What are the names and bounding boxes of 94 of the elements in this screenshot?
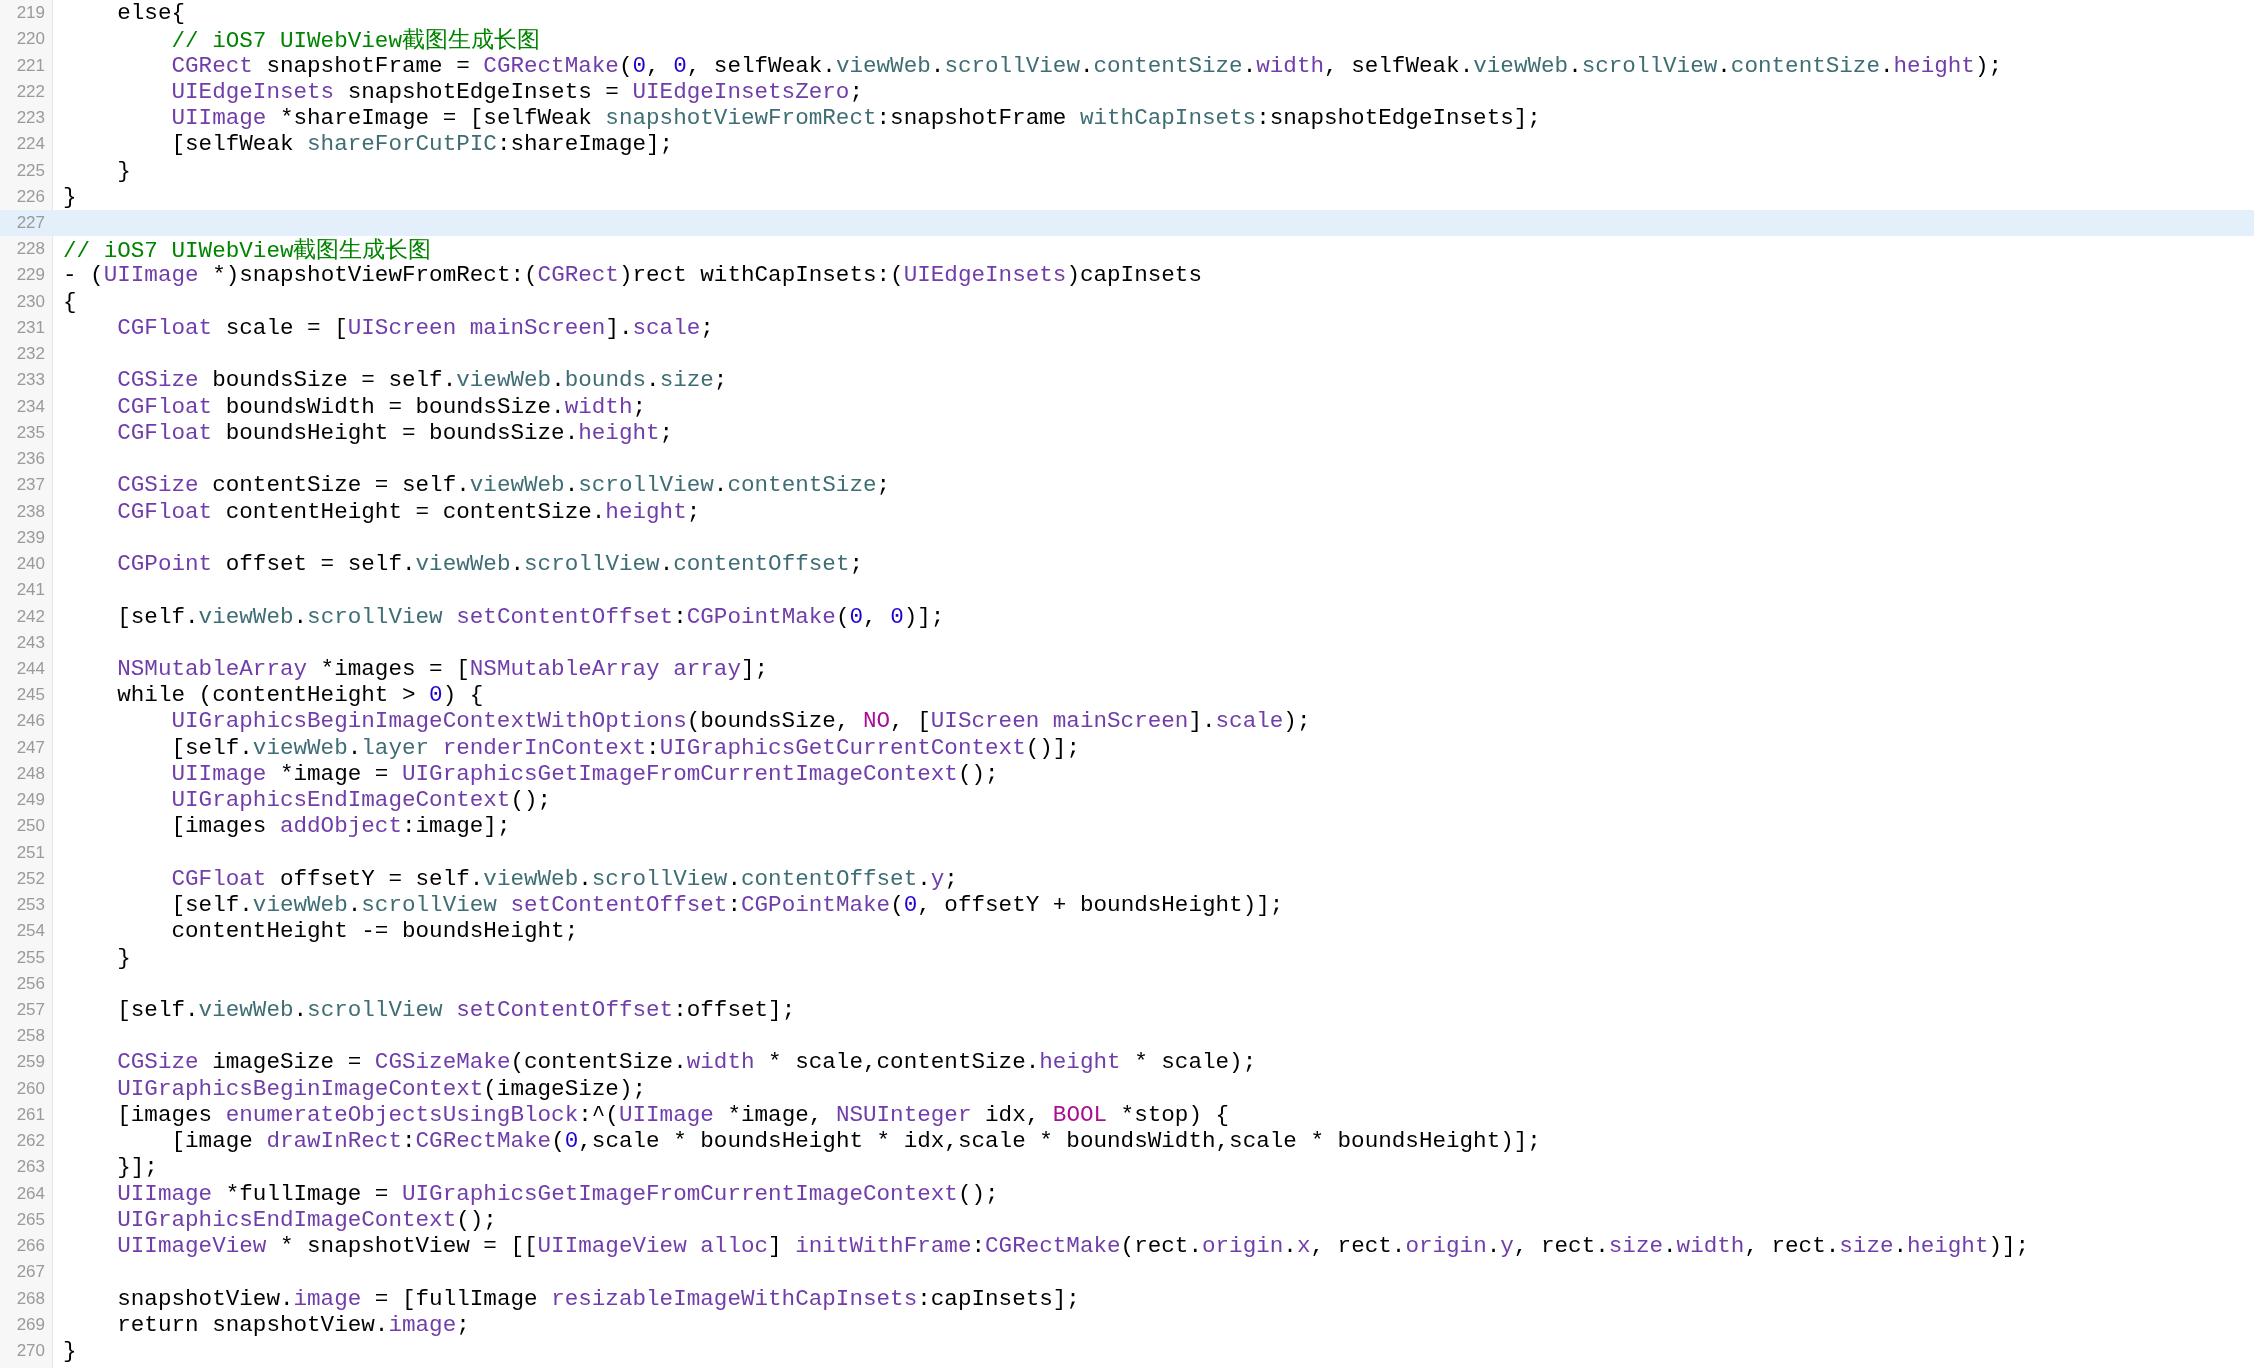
code-line: CGPoint offset = self.viewWeb.scrollView.contentOffset;	[116, 551, 863, 578]
line-number: 219	[15, 3, 45, 24]
code-line: while (contentHeight > 0) {	[116, 682, 484, 709]
code-line: contentHeight -= boundsHeight;	[170, 918, 579, 945]
line-number: 232	[15, 344, 45, 365]
line-number: 239	[15, 527, 45, 548]
line-number: 258	[15, 1026, 45, 1047]
line-number: 248	[15, 763, 45, 784]
line-number: 247	[15, 737, 45, 758]
line-number: 227	[15, 213, 45, 233]
line-number: 224	[15, 134, 45, 155]
code-line: CGFloat scale = [UIScreen mainScreen].scale;	[116, 314, 714, 341]
line-number: 230	[15, 291, 45, 312]
line-number: 270	[15, 1341, 45, 1362]
code-line: UIEdgeInsets snapshotEdgeInsets = UIEdgeInsetsZero;	[170, 78, 863, 105]
line-number: 267	[15, 1262, 45, 1283]
line-number: 234	[15, 396, 45, 417]
line-number: 244	[15, 658, 45, 679]
line-number: 253	[15, 895, 45, 916]
code-line: [images addObject:image];	[170, 813, 511, 840]
code-line: [self.viewWeb.layer renderInContext:UIGraphicsGetCurrentContext()];	[170, 734, 1080, 761]
line-number: 257	[15, 1000, 45, 1020]
code-line: NSMutableArray *images = [NSMutableArray array];	[116, 655, 769, 682]
line-number: 261	[15, 1104, 45, 1125]
code-line: CGFloat boundsWidth = boundsSize.width;	[116, 393, 647, 420]
line-number: 256	[15, 973, 45, 994]
code-line: UIImage *shareImage = [selfWeak snapshotViewFromRect:snapshotFrame withCapInsets:snapshotEdgeInsets];	[170, 105, 1541, 132]
line-number: 233	[15, 370, 45, 391]
code-line: UIImage *image = UIGraphicsGetImageFromCurrentImageContext();	[170, 760, 999, 787]
line-number: 225	[15, 160, 45, 181]
line-number: 263	[15, 1157, 45, 1178]
line-number: 254	[15, 921, 45, 942]
line-number: 228	[15, 239, 45, 260]
code-line: [self.viewWeb.scrollView setContentOffset:CGPointMake(0, offsetY + boundsHeight)];	[170, 892, 1284, 919]
line-number: 260	[15, 1078, 45, 1099]
line-number: 246	[15, 711, 45, 732]
line-number: 240	[15, 554, 45, 575]
code-line: {	[63, 288, 77, 315]
line-number: 243	[15, 632, 45, 653]
code-line: }];	[116, 1154, 158, 1181]
line-number: 236	[15, 449, 45, 470]
code-line: [selfWeak shareForCutPIC:shareImage];	[170, 131, 674, 158]
line-number: 241	[15, 580, 45, 601]
line-number: 235	[15, 422, 45, 443]
code-line: CGFloat offsetY = self.viewWeb.scrollView.contentOffset.y;	[170, 865, 958, 892]
code-line: return snapshotView.image;	[116, 1311, 470, 1338]
line-number: 252	[15, 868, 45, 889]
code-line: UIImageView * snapshotView = [[UIImageView alloc] initWithFrame:CGRectMake(rect.origin.x, rect.origin.y, rect.size.width, rect.size.height)];	[116, 1233, 2030, 1260]
code-line: // iOS7 UIWebView截图生成长图	[170, 26, 540, 55]
code-line: snapshotView.image = [fullImage resizableImageWithCapInsets:capInsets];	[116, 1285, 1080, 1312]
line-number: 245	[15, 685, 45, 706]
line-number: 250	[15, 816, 45, 837]
line-number: 262	[15, 1131, 45, 1152]
code-line: [image drawInRect:CGRectMake(0,scale * boundsHeight * idx,scale * boundsWidth,scale * boundsHeight)];	[170, 1128, 1541, 1155]
code-line: }	[116, 944, 131, 971]
line-number: 251	[15, 842, 45, 863]
code-line: - (UIImage *)snapshotViewFromRect:(CGRect)rect withCapInsets:(UIEdgeInsets)capInsets	[63, 262, 1202, 289]
line-number: 269	[15, 1314, 45, 1335]
code-line: CGRect snapshotFrame = CGRectMake(0, 0, selfWeak.viewWeb.scrollView.contentSize.width, selfWeak.viewWeb.scrollView.contentSize.height);	[170, 52, 2003, 79]
code-line: CGSize contentSize = self.viewWeb.scrollView.contentSize;	[116, 472, 891, 499]
line-number: 268	[15, 1288, 45, 1309]
code-line: UIGraphicsBeginImageContextWithOptions(boundsSize, NO, [UIScreen mainScreen].scale);	[170, 708, 1311, 735]
code-line: CGSize imageSize = CGSizeMake(contentSize.width * scale,contentSize.height * scale);	[116, 1049, 1257, 1076]
code-line: CGFloat contentHeight = contentSize.height;	[116, 498, 701, 525]
code-line: UIGraphicsEndImageContext();	[170, 787, 552, 814]
code-line: }	[116, 157, 131, 184]
line-number: 264	[15, 1183, 45, 1204]
line-number: 238	[15, 501, 45, 522]
line-number: 222	[15, 81, 45, 102]
line-number: 226	[15, 186, 45, 207]
line-number: 265	[15, 1209, 45, 1230]
line-number: 249	[15, 790, 45, 811]
code-line: UIImage *fullImage = UIGraphicsGetImageFromCurrentImageContext();	[116, 1180, 999, 1207]
code-line: else{	[116, 0, 186, 27]
line-number: 220	[15, 29, 45, 50]
code-line: [self.viewWeb.scrollView setContentOffset:offset];	[116, 997, 796, 1023]
line-number: 223	[15, 108, 45, 129]
code-line: [self.viewWeb.scrollView setContentOffset:CGPointMake(0, 0)];	[116, 603, 945, 630]
line-number: 221	[15, 55, 45, 76]
code-line: UIGraphicsEndImageContext();	[116, 1206, 497, 1233]
code-line: UIGraphicsBeginImageContext(imageSize);	[116, 1075, 646, 1102]
line-number: 231	[15, 317, 45, 338]
line-number: 229	[15, 265, 45, 286]
code-line: CGSize boundsSize = self.viewWeb.bounds.size;	[116, 367, 728, 394]
code-line: }	[63, 183, 77, 210]
code-line: CGFloat boundsHeight = boundsSize.height;	[116, 419, 674, 446]
line-number: 255	[15, 947, 45, 968]
code-line: [images enumerateObjectsUsingBlock:^(UIImage *image, NSUInteger idx, BOOL *stop) {	[116, 1101, 1230, 1128]
code-line: }	[63, 1338, 77, 1365]
code-line: // iOS7 UIWebView截图生成长图	[63, 236, 432, 265]
line-number: 237	[15, 475, 45, 496]
line-number: 266	[15, 1236, 45, 1257]
line-number: 242	[15, 606, 45, 627]
line-number: 259	[15, 1052, 45, 1073]
